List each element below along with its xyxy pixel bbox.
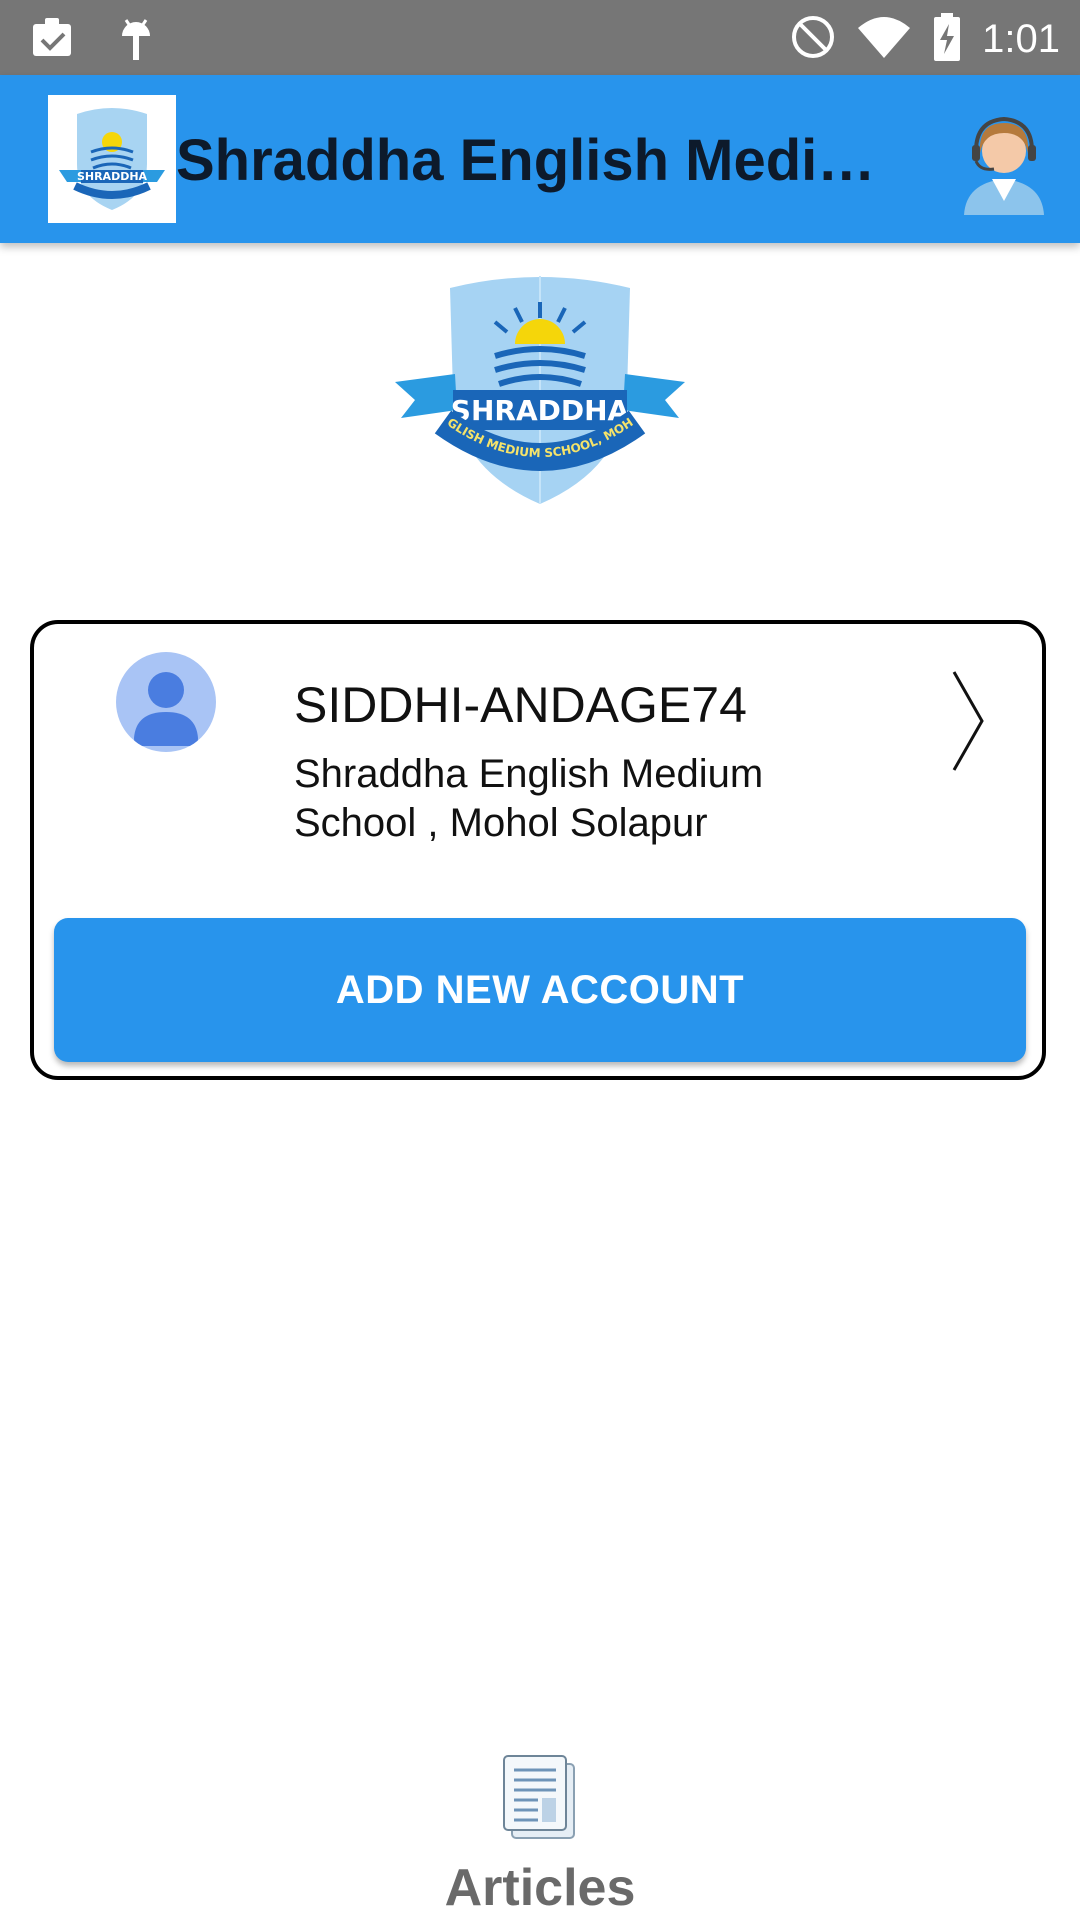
battery-charging-icon	[932, 12, 962, 67]
crest-name-text: SHRADDHA	[451, 394, 630, 427]
account-school-line2: School , Mohol Solapur	[294, 801, 708, 845]
status-time: 1:01	[982, 17, 1060, 61]
account-list-item[interactable]: SIDDHI-ANDAGE74 Shraddha English Medium …	[34, 624, 1042, 884]
wifi-icon	[856, 14, 912, 65]
articles-label: Articles	[444, 1859, 636, 1917]
account-school-name: Shraddha English Medium School , Mohol S…	[294, 750, 854, 848]
svg-text:SHRADDHA: SHRADDHA	[77, 170, 148, 183]
school-logo-icon[interactable]: SHRADDHA	[48, 95, 176, 223]
articles-icon	[502, 1754, 578, 1840]
status-bar: 1:01	[0, 0, 1080, 75]
articles-nav-item[interactable]: Articles	[430, 1750, 650, 1920]
app-bar: SHRADDHA Shraddha English Medium School	[0, 75, 1080, 243]
account-school-line1: Shraddha English Medium	[294, 752, 764, 796]
chevron-right-icon[interactable]	[948, 666, 988, 776]
user-avatar-icon	[116, 652, 216, 752]
customer-support-icon[interactable]	[954, 105, 1054, 215]
app-title: Shraddha English Medium School	[176, 128, 876, 193]
do-not-disturb-icon	[790, 14, 836, 65]
account-card: SIDDHI-ANDAGE74 Shraddha English Medium …	[30, 620, 1046, 1080]
add-new-account-button[interactable]: ADD NEW ACCOUNT	[54, 918, 1026, 1062]
clipboard-check-icon	[30, 14, 76, 67]
android-icon	[116, 14, 156, 67]
account-username: SIDDHI-ANDAGE74	[294, 677, 747, 733]
school-crest-logo: SHRADDHA ENGLISH MEDIUM SCHOOL, MOHOL	[390, 261, 685, 512]
